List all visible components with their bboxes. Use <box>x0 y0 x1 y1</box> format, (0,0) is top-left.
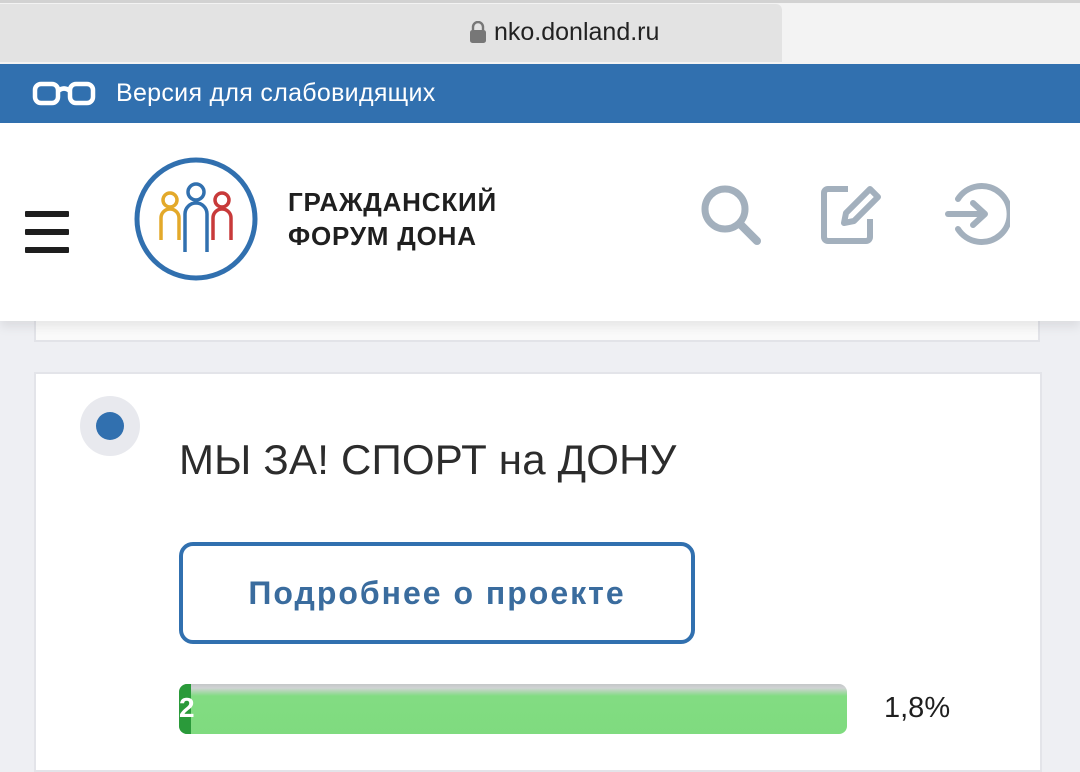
site-logo-text[interactable]: ГРАЖДАНСКИЙ ФОРУМ ДОНА <box>288 185 497 253</box>
accessibility-label: Версия для слабовидящих <box>116 79 436 107</box>
login-icon[interactable] <box>944 181 1010 247</box>
address-url[interactable]: nko.donland.ru <box>470 17 659 47</box>
project-radio[interactable] <box>80 396 140 456</box>
vote-progress-bar: 2 <box>179 684 847 734</box>
address-bar[interactable] <box>0 4 782 62</box>
project-details-button[interactable]: Подробнее о проекте <box>179 542 695 644</box>
logo-line-1: ГРАЖДАНСКИЙ <box>288 187 497 217</box>
project-card: МЫ ЗА! СПОРТ на ДОНУ Подробнее о проекте… <box>34 372 1042 772</box>
edit-icon[interactable] <box>818 181 884 247</box>
browser-top-edge <box>0 0 1080 3</box>
browser-toolbar: nko.donland.ru <box>0 0 1080 64</box>
glasses-icon <box>32 81 96 105</box>
project-title: МЫ ЗА! СПОРТ на ДОНУ <box>179 436 677 483</box>
vote-count: 2 <box>179 692 195 723</box>
url-text: nko.donland.ru <box>494 17 660 46</box>
logo-line-2: ФОРУМ ДОНА <box>288 221 477 251</box>
menu-icon[interactable] <box>25 211 69 255</box>
site-header: ГРАЖДАНСКИЙ ФОРУМ ДОНА <box>0 123 1080 321</box>
logo-icon[interactable] <box>133 156 259 282</box>
vote-percent: 1,8% <box>884 692 951 724</box>
search-icon[interactable] <box>697 181 763 247</box>
accessibility-bar[interactable]: Версия для слабовидящих <box>0 64 1080 123</box>
lock-icon <box>470 21 486 43</box>
